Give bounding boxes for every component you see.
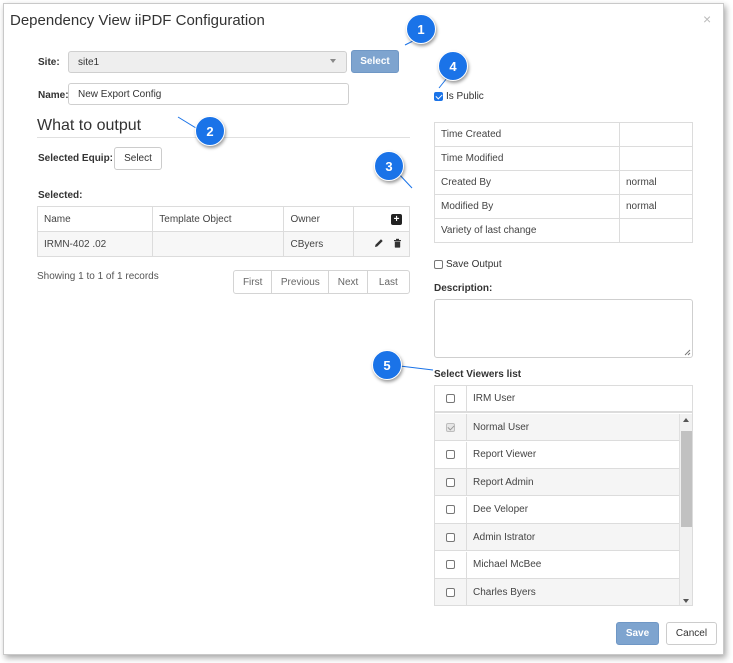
callout-1: 1 (406, 14, 436, 44)
callout-2: 2 (195, 116, 225, 146)
callout-4: 4 (438, 51, 468, 81)
callout-5: 5 (372, 350, 402, 380)
callout-3: 3 (374, 151, 404, 181)
callout-lines (177, 39, 448, 371)
